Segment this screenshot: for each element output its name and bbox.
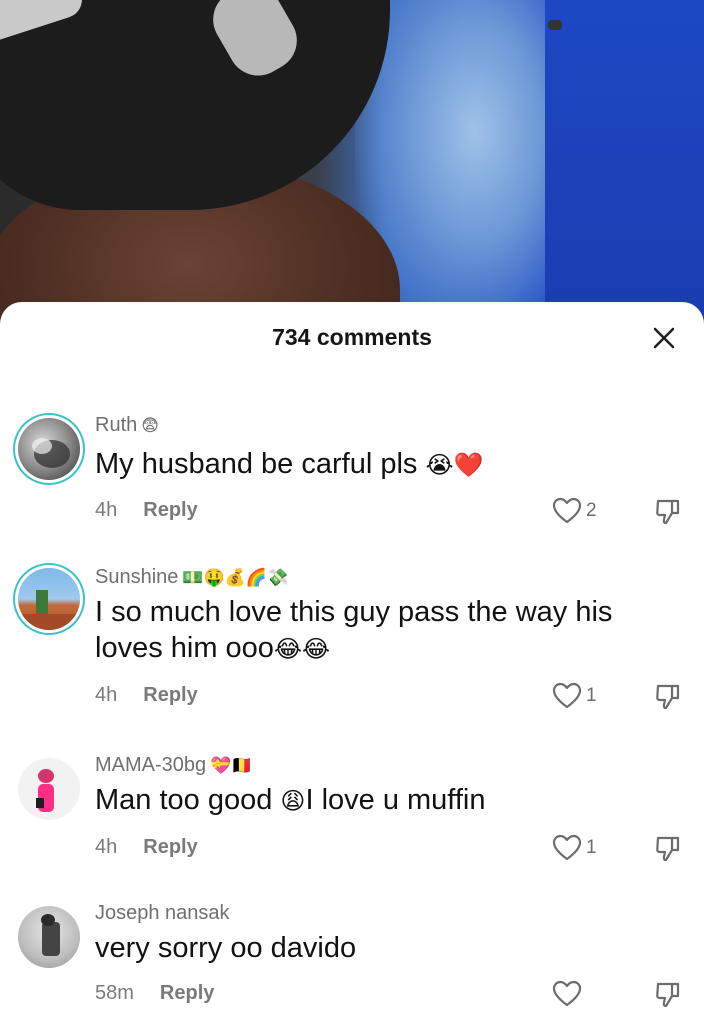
avatar[interactable] [18,906,80,968]
dislike-button[interactable] [654,498,682,531]
video-background[interactable] [0,0,704,330]
dislike-button[interactable] [654,981,682,1014]
comment-emoji: 😩 [280,787,306,815]
dislike-icon [656,684,680,710]
close-button[interactable] [650,324,678,352]
dislike-button[interactable] [654,683,682,716]
comments-count-title: 734 comments [272,324,432,350]
reply-button[interactable]: Reply [143,836,197,859]
beanie-hat [0,0,390,210]
dislike-button[interactable] [654,835,682,868]
like-button[interactable] [552,980,586,1008]
username-emoji: 💵🤑💰🌈💸 [182,567,289,588]
comment-time: 4h [95,499,118,521]
comment-meta: 4h Reply [95,836,198,859]
comment-text: I so much love this guy pass the way his… [95,596,613,664]
comment-text: My husband be carful pls 😭❤️ [95,448,484,480]
avatar[interactable] [18,418,80,480]
comment-username[interactable]: Sunshine 💵🤑💰🌈💸 [95,566,288,589]
username-emoji: 😨 [141,415,159,436]
close-icon [653,327,675,349]
comment-text: very sorry oo davido [95,932,357,964]
comment-emoji: 😂😂 [273,635,331,663]
comment-meta: 4h Reply [95,499,198,522]
reply-button[interactable]: Reply [143,684,197,707]
heart-outline-icon [552,497,582,524]
dislike-icon [656,499,680,525]
dislike-icon [656,982,680,1008]
heart-outline-icon [552,682,582,709]
comment-meta: 4h Reply [95,684,198,707]
like-count: 2 [586,500,597,521]
like-count: 1 [586,837,597,858]
security-camera [548,20,562,30]
comment-time: 4h [95,684,118,706]
heart-outline-icon [552,834,582,861]
avatar[interactable] [18,758,80,820]
comment-meta: 58m Reply [95,982,214,1005]
reply-button[interactable]: Reply [143,499,197,522]
comment-time: 58m [95,982,134,1004]
comment-text: Man too good 😩I love u muffin [95,784,486,816]
like-button[interactable]: 1 [552,834,597,862]
heart-outline-icon [552,980,582,1007]
comment-username[interactable]: MAMA-30bg 💝🇧🇪 [95,754,253,777]
sheet-header: 734 comments [0,302,704,374]
comment-emoji: 😭❤️ [425,451,484,479]
like-button[interactable]: 2 [552,497,597,525]
comment-username[interactable]: Joseph nansak [95,902,230,925]
reply-button[interactable]: Reply [160,982,214,1005]
username-emoji: 💝🇧🇪 [210,755,253,776]
like-count: 1 [586,685,597,706]
blue-wall [545,0,704,330]
avatar[interactable] [18,568,80,630]
like-button[interactable]: 1 [552,682,597,710]
dislike-icon [656,836,680,862]
comment-time: 4h [95,836,118,858]
comment-username[interactable]: Ruth 😨 [95,414,159,437]
